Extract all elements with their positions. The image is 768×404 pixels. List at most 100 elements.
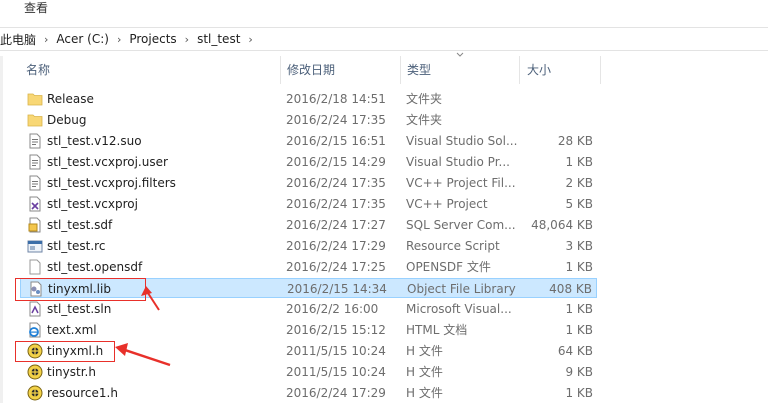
- file-row[interactable]: stl_test.vcxproj.filters 2016/2/24 17:35 V…: [20, 173, 597, 193]
- column-type[interactable]: 类型: [407, 56, 431, 84]
- file-date: 2016/2/2 16:00: [286, 302, 379, 316]
- file-row[interactable]: Release 2016/2/18 14:51 文件夹: [20, 89, 597, 109]
- file-type: SQL Server Com...: [406, 218, 516, 232]
- column-divider[interactable]: [280, 56, 281, 84]
- file-name: stl_test.vcxproj.user: [47, 155, 168, 169]
- column-divider[interactable]: [519, 56, 520, 84]
- file-row[interactable]: stl_test.sln 2016/2/2 16:00 Microsoft Visu…: [20, 299, 597, 319]
- file-name: Debug: [47, 113, 87, 127]
- file-type: Resource Script: [406, 239, 500, 253]
- breadcrumb-drive[interactable]: Acer (C:): [56, 32, 109, 46]
- column-size[interactable]: 大小: [527, 56, 551, 84]
- file-size: 2 KB: [565, 176, 593, 190]
- file-date: 2016/2/24 17:35: [286, 113, 386, 127]
- annotation-box-lib: [15, 278, 146, 301]
- file-row[interactable]: tinystr.h 2011/5/15 10:24 H 文件 9 KB: [20, 362, 597, 382]
- file-type: H 文件: [406, 344, 443, 358]
- file-icon: [27, 154, 43, 170]
- annotation-box-header: [15, 341, 115, 362]
- sln-icon: [27, 301, 43, 317]
- sdf-icon: [27, 217, 43, 233]
- folder-icon: [27, 91, 43, 107]
- file-row[interactable]: Debug 2016/2/24 17:35 文件夹: [20, 110, 597, 130]
- file-row[interactable]: resource1.h 2016/2/24 17:29 H 文件 1 KB: [20, 383, 597, 403]
- file-row[interactable]: stl_test.vcxproj 2016/2/24 17:35 VC++ Proj…: [20, 194, 597, 214]
- column-divider[interactable]: [400, 56, 401, 84]
- file-name: stl_test.vcxproj.filters: [47, 176, 176, 190]
- sort-chevron-icon: [456, 52, 464, 57]
- chevron-right-icon[interactable]: ›: [36, 33, 56, 46]
- breadcrumb-stl-test[interactable]: stl_test: [197, 32, 240, 46]
- file-size: 64 KB: [557, 344, 593, 358]
- ie-icon: [27, 322, 43, 338]
- folder-icon: [27, 112, 43, 128]
- file-size: 5 KB: [565, 197, 593, 211]
- file-row[interactable]: stl_test.rc 2016/2/24 17:29 Resource Scrip…: [20, 236, 597, 256]
- breadcrumb-projects[interactable]: Projects: [129, 32, 176, 46]
- header-icon: [27, 385, 43, 401]
- vcxproj-icon: [27, 196, 43, 212]
- file-name: tinystr.h: [47, 365, 96, 379]
- left-pane-edge: [0, 56, 3, 403]
- file-type: 文件夹: [406, 113, 443, 127]
- file-type: H 文件: [406, 365, 443, 379]
- file-size: 48,064 KB: [531, 218, 593, 232]
- file-size: 1 KB: [565, 302, 593, 316]
- file-type: H 文件: [406, 386, 443, 400]
- blank-file-icon: [27, 259, 43, 275]
- ribbon: 查看: [0, 0, 768, 16]
- file-type: VC++ Project: [406, 197, 488, 211]
- file-name: text.xml: [47, 323, 97, 337]
- file-type: Microsoft Visual...: [406, 302, 512, 316]
- file-name: stl_test.sdf: [47, 218, 113, 232]
- file-size: 1 KB: [565, 323, 593, 337]
- chevron-right-icon[interactable]: ›: [109, 33, 129, 46]
- file-row[interactable]: text.xml 2016/2/15 15:12 HTML 文档 1 KB: [20, 320, 597, 340]
- file-icon: [27, 175, 43, 191]
- column-name[interactable]: 名称: [26, 56, 50, 84]
- file-date: 2016/2/24 17:35: [286, 176, 386, 190]
- address-bar[interactable]: 此电脑 › Acer (C:) › Projects › stl_test ›: [0, 27, 768, 51]
- file-date: 2016/2/24 17:29: [286, 239, 386, 253]
- file-type: VC++ Project Fil...: [406, 176, 516, 190]
- rc-icon: [27, 238, 43, 254]
- file-date: 2016/2/15 15:12: [286, 323, 386, 337]
- file-icon: [27, 133, 43, 149]
- column-divider[interactable]: [600, 56, 601, 84]
- file-name: stl_test.v12.suo: [47, 134, 142, 148]
- file-row[interactable]: stl_test.opensdf 2016/2/24 17:25 OPENSDF 文…: [20, 257, 597, 277]
- file-date: 2016/2/24 17:35: [286, 197, 386, 211]
- file-type: OPENSDF 文件: [406, 260, 491, 274]
- file-date: 2011/5/15 10:24: [286, 365, 386, 379]
- file-name: stl_test.opensdf: [47, 260, 143, 274]
- file-name: stl_test.rc: [47, 239, 106, 253]
- file-date: 2011/5/15 10:24: [286, 344, 386, 358]
- file-date: 2016/2/18 14:51: [286, 92, 386, 106]
- breadcrumb-this-pc[interactable]: 此电脑: [0, 31, 36, 48]
- file-size: 408 KB: [549, 282, 592, 296]
- file-name: Release: [47, 92, 94, 106]
- file-date: 2016/2/24 17:29: [286, 386, 386, 400]
- column-date[interactable]: 修改日期: [287, 56, 335, 84]
- column-header: 名称 修改日期 类型 大小: [0, 52, 768, 84]
- file-size: [503, 89, 593, 109]
- file-date: 2016/2/24 17:25: [286, 260, 386, 274]
- file-row[interactable]: stl_test.sdf 2016/2/24 17:27 SQL Server Co…: [20, 215, 597, 235]
- file-name: stl_test.sln: [47, 302, 112, 316]
- file-date: 2016/2/15 16:51: [286, 134, 386, 148]
- file-type: HTML 文档: [406, 323, 468, 337]
- file-size: 1 KB: [565, 155, 593, 169]
- file-size: 1 KB: [565, 386, 593, 400]
- file-name: resource1.h: [47, 386, 118, 400]
- file-date: 2016/2/24 17:27: [286, 218, 386, 232]
- chevron-right-icon[interactable]: ›: [240, 33, 260, 46]
- header-icon: [27, 364, 43, 380]
- breadcrumb: 此电脑 › Acer (C:) › Projects › stl_test ›: [0, 31, 261, 47]
- file-row[interactable]: stl_test.vcxproj.user 2016/2/15 14:29 Visu…: [20, 152, 597, 172]
- file-size: [503, 110, 593, 130]
- file-type: Visual Studio Sol...: [406, 134, 518, 148]
- file-date: 2016/2/15 14:34: [287, 282, 387, 296]
- view-tab[interactable]: 查看: [24, 0, 48, 16]
- file-row[interactable]: stl_test.v12.suo 2016/2/15 16:51 Visual St…: [20, 131, 597, 151]
- chevron-right-icon[interactable]: ›: [177, 33, 197, 46]
